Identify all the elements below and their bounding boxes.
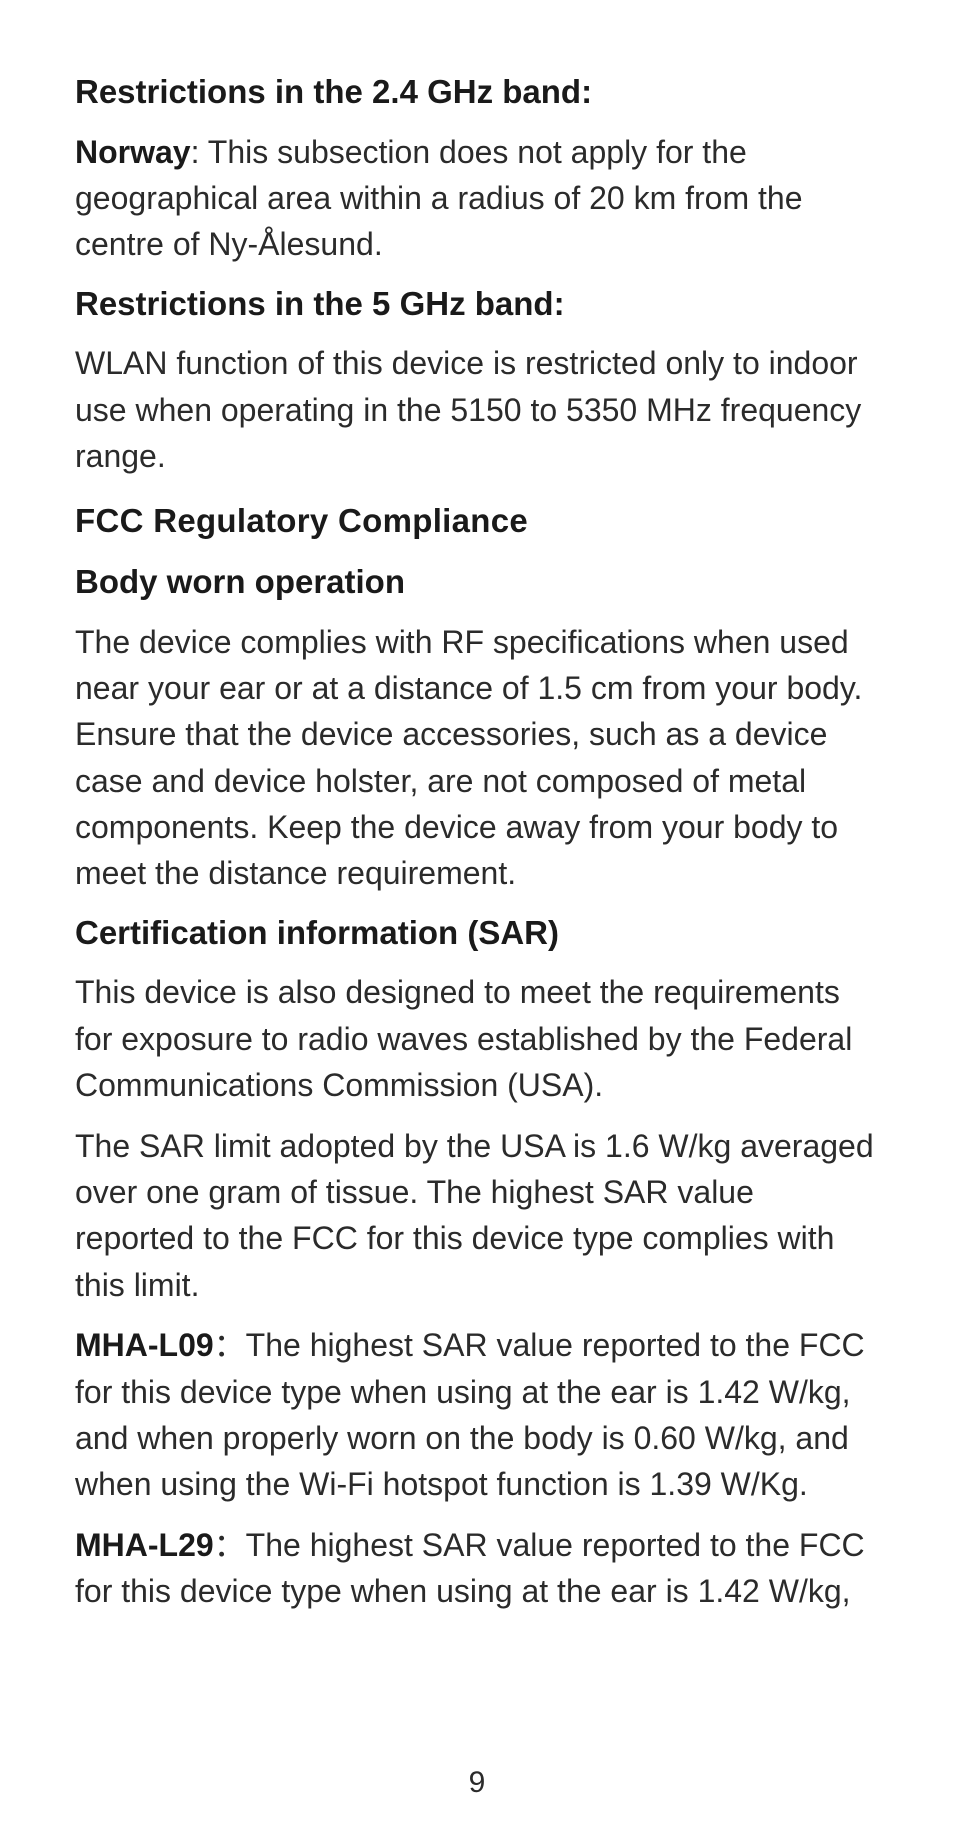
heading-24ghz: Restrictions in the 2.4 GHz band: [75, 70, 879, 115]
label-mha-l09: MHA-L09 [75, 1327, 214, 1363]
heading-fcc: FCC Regulatory Compliance [75, 499, 879, 544]
page-number: 9 [0, 1766, 954, 1800]
paragraph-sar-intro: This device is also designed to meet the… [75, 969, 879, 1108]
paragraph-norway: Norway: This subsection does not apply f… [75, 129, 879, 268]
paragraph-sar-limit: The SAR limit adopted by the USA is 1.6 … [75, 1123, 879, 1309]
paragraph-mha-l09: MHA-L09：The highest SAR value reported t… [75, 1322, 879, 1508]
paragraph-5ghz: WLAN function of this device is restrict… [75, 340, 879, 479]
heading-sar: Certification information (SAR) [75, 911, 879, 956]
label-mha-l29: MHA-L29 [75, 1527, 214, 1563]
paragraph-mha-l29: MHA-L29：The highest SAR value reported t… [75, 1522, 879, 1615]
heading-5ghz: Restrictions in the 5 GHz band: [75, 282, 879, 327]
paragraph-body-worn: The device complies with RF specificatio… [75, 619, 879, 897]
label-norway: Norway [75, 134, 191, 170]
heading-body-worn: Body worn operation [75, 560, 879, 605]
